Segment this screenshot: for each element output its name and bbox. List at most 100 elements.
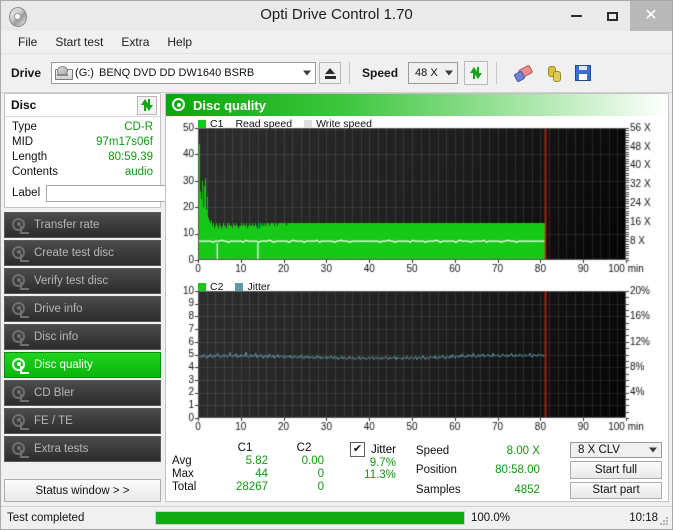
disc-row-length: Length 80:59.39 — [12, 150, 153, 165]
legend-swatch-c2 — [198, 283, 206, 291]
sidebar-item-extra-tests[interactable]: Extra tests — [4, 436, 161, 462]
jitter-results: ✔ Jitter 9.7% 11.3% — [350, 442, 396, 499]
c2-jitter-chart-canvas[interactable] — [168, 281, 668, 436]
column-header-c2: C2 — [296, 442, 312, 454]
save-results-button[interactable] — [571, 61, 595, 85]
sidebar-item-disc-quality[interactable]: Disc quality — [4, 352, 161, 378]
disc-test-icon — [12, 301, 29, 318]
eject-button[interactable] — [319, 62, 342, 84]
jitter-checkbox[interactable]: ✔ — [350, 442, 365, 457]
sidebar-item-label: Disc info — [34, 331, 79, 343]
c1-chart-legend: C1 Read speed Write speed — [198, 118, 372, 130]
position-value: 80:58.00 — [495, 464, 540, 477]
disc-test-icon — [12, 441, 29, 458]
disc-row-key: MID — [12, 136, 34, 148]
error-results-table: C1 C2 Avg 5.82 0.00 Max 44 0 Total 28267… — [172, 442, 332, 499]
cell-max-c1: 44 — [255, 468, 268, 480]
jitter-label: Jitter — [371, 443, 396, 456]
eject-icon — [324, 67, 336, 79]
sidebar-item-label: Disc quality — [34, 359, 93, 371]
speed-result-label: Speed — [415, 445, 450, 458]
menu-item-file[interactable]: File — [9, 33, 46, 51]
jitter-max-value: 11.3% — [364, 469, 396, 481]
refresh-drive-button[interactable] — [464, 61, 489, 85]
panel-title: Disc quality — [193, 97, 266, 113]
sidebar-item-drive-info[interactable]: Drive info — [4, 296, 161, 322]
chevron-down-icon — [649, 447, 657, 453]
c1-chart-canvas[interactable] — [168, 118, 668, 278]
row-label-max: Max — [172, 468, 194, 480]
speed-results: Speed 8.00 X Position 80:58.00 Samples 4… — [416, 442, 540, 499]
legend-label-c2: C2 — [210, 281, 224, 293]
app-window: Opti Drive Control 1.70 ✕ File Start tes… — [0, 0, 673, 530]
disc-test-icon — [12, 413, 29, 430]
menu-item-help[interactable]: Help — [158, 33, 201, 51]
drive-select[interactable]: (G:) BENQ DVD DD DW1640 BSRB — [51, 62, 317, 84]
disc-test-icon — [12, 217, 29, 234]
start-part-button[interactable]: Start part — [570, 481, 662, 499]
menu-item-extra[interactable]: Extra — [112, 33, 158, 51]
charts-area: C1 Read speed Write speed C2 Jitter — [166, 116, 668, 439]
disc-info-panel: Disc Type CD-R MID 97m17s06f Length 80:5… — [4, 93, 256, 208]
start-full-button[interactable]: Start full — [570, 461, 662, 479]
drive-settings-button[interactable] — [541, 61, 565, 85]
position-label: Position — [415, 464, 457, 477]
title-bar: Opti Drive Control 1.70 ✕ — [1, 1, 672, 31]
optical-drive-icon — [55, 66, 74, 80]
status-window-button[interactable]: Status window > > — [4, 479, 161, 502]
legend-label-write-speed: Write speed — [316, 118, 372, 130]
jitter-toggle-row: ✔ Jitter — [350, 442, 396, 457]
legend-label-read-speed: Read speed — [235, 118, 293, 130]
sidebar-item-disc-info[interactable]: Disc info — [4, 324, 161, 350]
cell-max-c2: 0 — [317, 468, 324, 480]
results-area: C1 C2 Avg 5.82 0.00 Max 44 0 Total 28267… — [166, 439, 668, 501]
sidebar-item-cd-bler[interactable]: CD Bler — [4, 380, 161, 406]
disc-row-type: Type CD-R — [12, 120, 153, 135]
sidebar-item-verify-test-disc[interactable]: Verify test disc — [4, 268, 161, 294]
main-content: Disc Type CD-R MID 97m17s06f Length 80:5… — [1, 93, 672, 506]
speed-label: Speed — [362, 66, 399, 80]
drive-select-value: (G:) BENQ DVD DD DW1640 BSRB — [75, 67, 254, 79]
speed-select[interactable]: 48 X — [408, 62, 459, 84]
disc-label-key: Label — [12, 187, 41, 199]
disc-test-icon — [12, 273, 29, 290]
eraser-icon — [513, 64, 534, 83]
menu-item-start-test[interactable]: Start test — [46, 33, 112, 51]
sidebar: Disc Type CD-R MID 97m17s06f Length 80:5… — [4, 93, 256, 506]
disc-refresh-button[interactable] — [137, 95, 157, 115]
disc-row-key: Type — [12, 121, 37, 133]
sidebar-item-label: Create test disc — [34, 247, 114, 259]
write-strategy-select[interactable]: 8 X CLV — [570, 442, 662, 459]
row-label-avg: Avg — [172, 455, 192, 467]
chevron-down-icon — [303, 70, 312, 76]
menu-bar: File Start test Extra Help — [1, 31, 672, 54]
window-title: Opti Drive Control 1.70 — [260, 6, 413, 23]
legend-swatch-jitter — [235, 283, 244, 291]
progress-bar — [155, 511, 465, 525]
disc-row-value: CD-R — [124, 121, 153, 133]
write-strategy-value: 8 X CLV — [578, 444, 620, 457]
disc-row-key: Contents — [12, 166, 59, 178]
toolbar-divider-1 — [349, 62, 351, 84]
status-message: Test completed — [7, 512, 85, 524]
disc-row-value: 97m17s06f — [96, 136, 153, 148]
c1-chart: C1 Read speed Write speed — [168, 118, 668, 281]
legend-label-c1: C1 — [210, 118, 224, 130]
disc-info-rows: Type CD-R MID 97m17s06f Length 80:59.39 … — [5, 117, 256, 207]
cell-avg-c2: 0.00 — [301, 455, 324, 467]
cell-total-c2: 0 — [317, 481, 324, 493]
sidebar-item-fe-te[interactable]: FE / TE — [4, 408, 161, 434]
c2-chart-legend: C2 Jitter — [198, 281, 270, 293]
disc-row-value: 80:59.39 — [108, 151, 153, 163]
resize-grip[interactable] — [659, 516, 669, 526]
samples-value: 4852 — [514, 483, 540, 496]
sidebar-item-transfer-rate[interactable]: Transfer rate — [4, 212, 161, 238]
test-nav-list: Transfer rate Create test disc Verify te… — [4, 212, 161, 462]
sidebar-item-label: Transfer rate — [34, 219, 100, 231]
sidebar-item-label: Verify test disc — [34, 275, 109, 287]
sidebar-item-label: Drive info — [34, 303, 83, 315]
sidebar-item-create-test-disc[interactable]: Create test disc — [4, 240, 161, 266]
erase-disc-button[interactable] — [511, 61, 535, 85]
speed-select-value: 48 X — [415, 67, 438, 79]
toolbar-divider-2 — [496, 62, 498, 84]
